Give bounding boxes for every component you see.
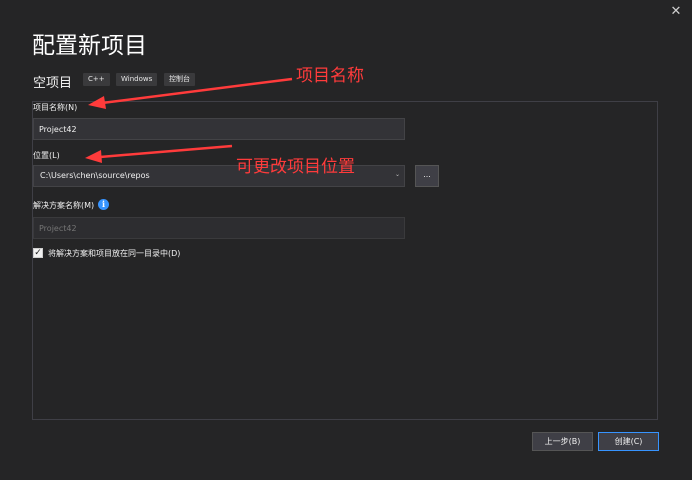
annotation-arrows [85,77,293,163]
arrow-to-project-name [88,77,293,109]
arrow-to-location [85,144,233,163]
